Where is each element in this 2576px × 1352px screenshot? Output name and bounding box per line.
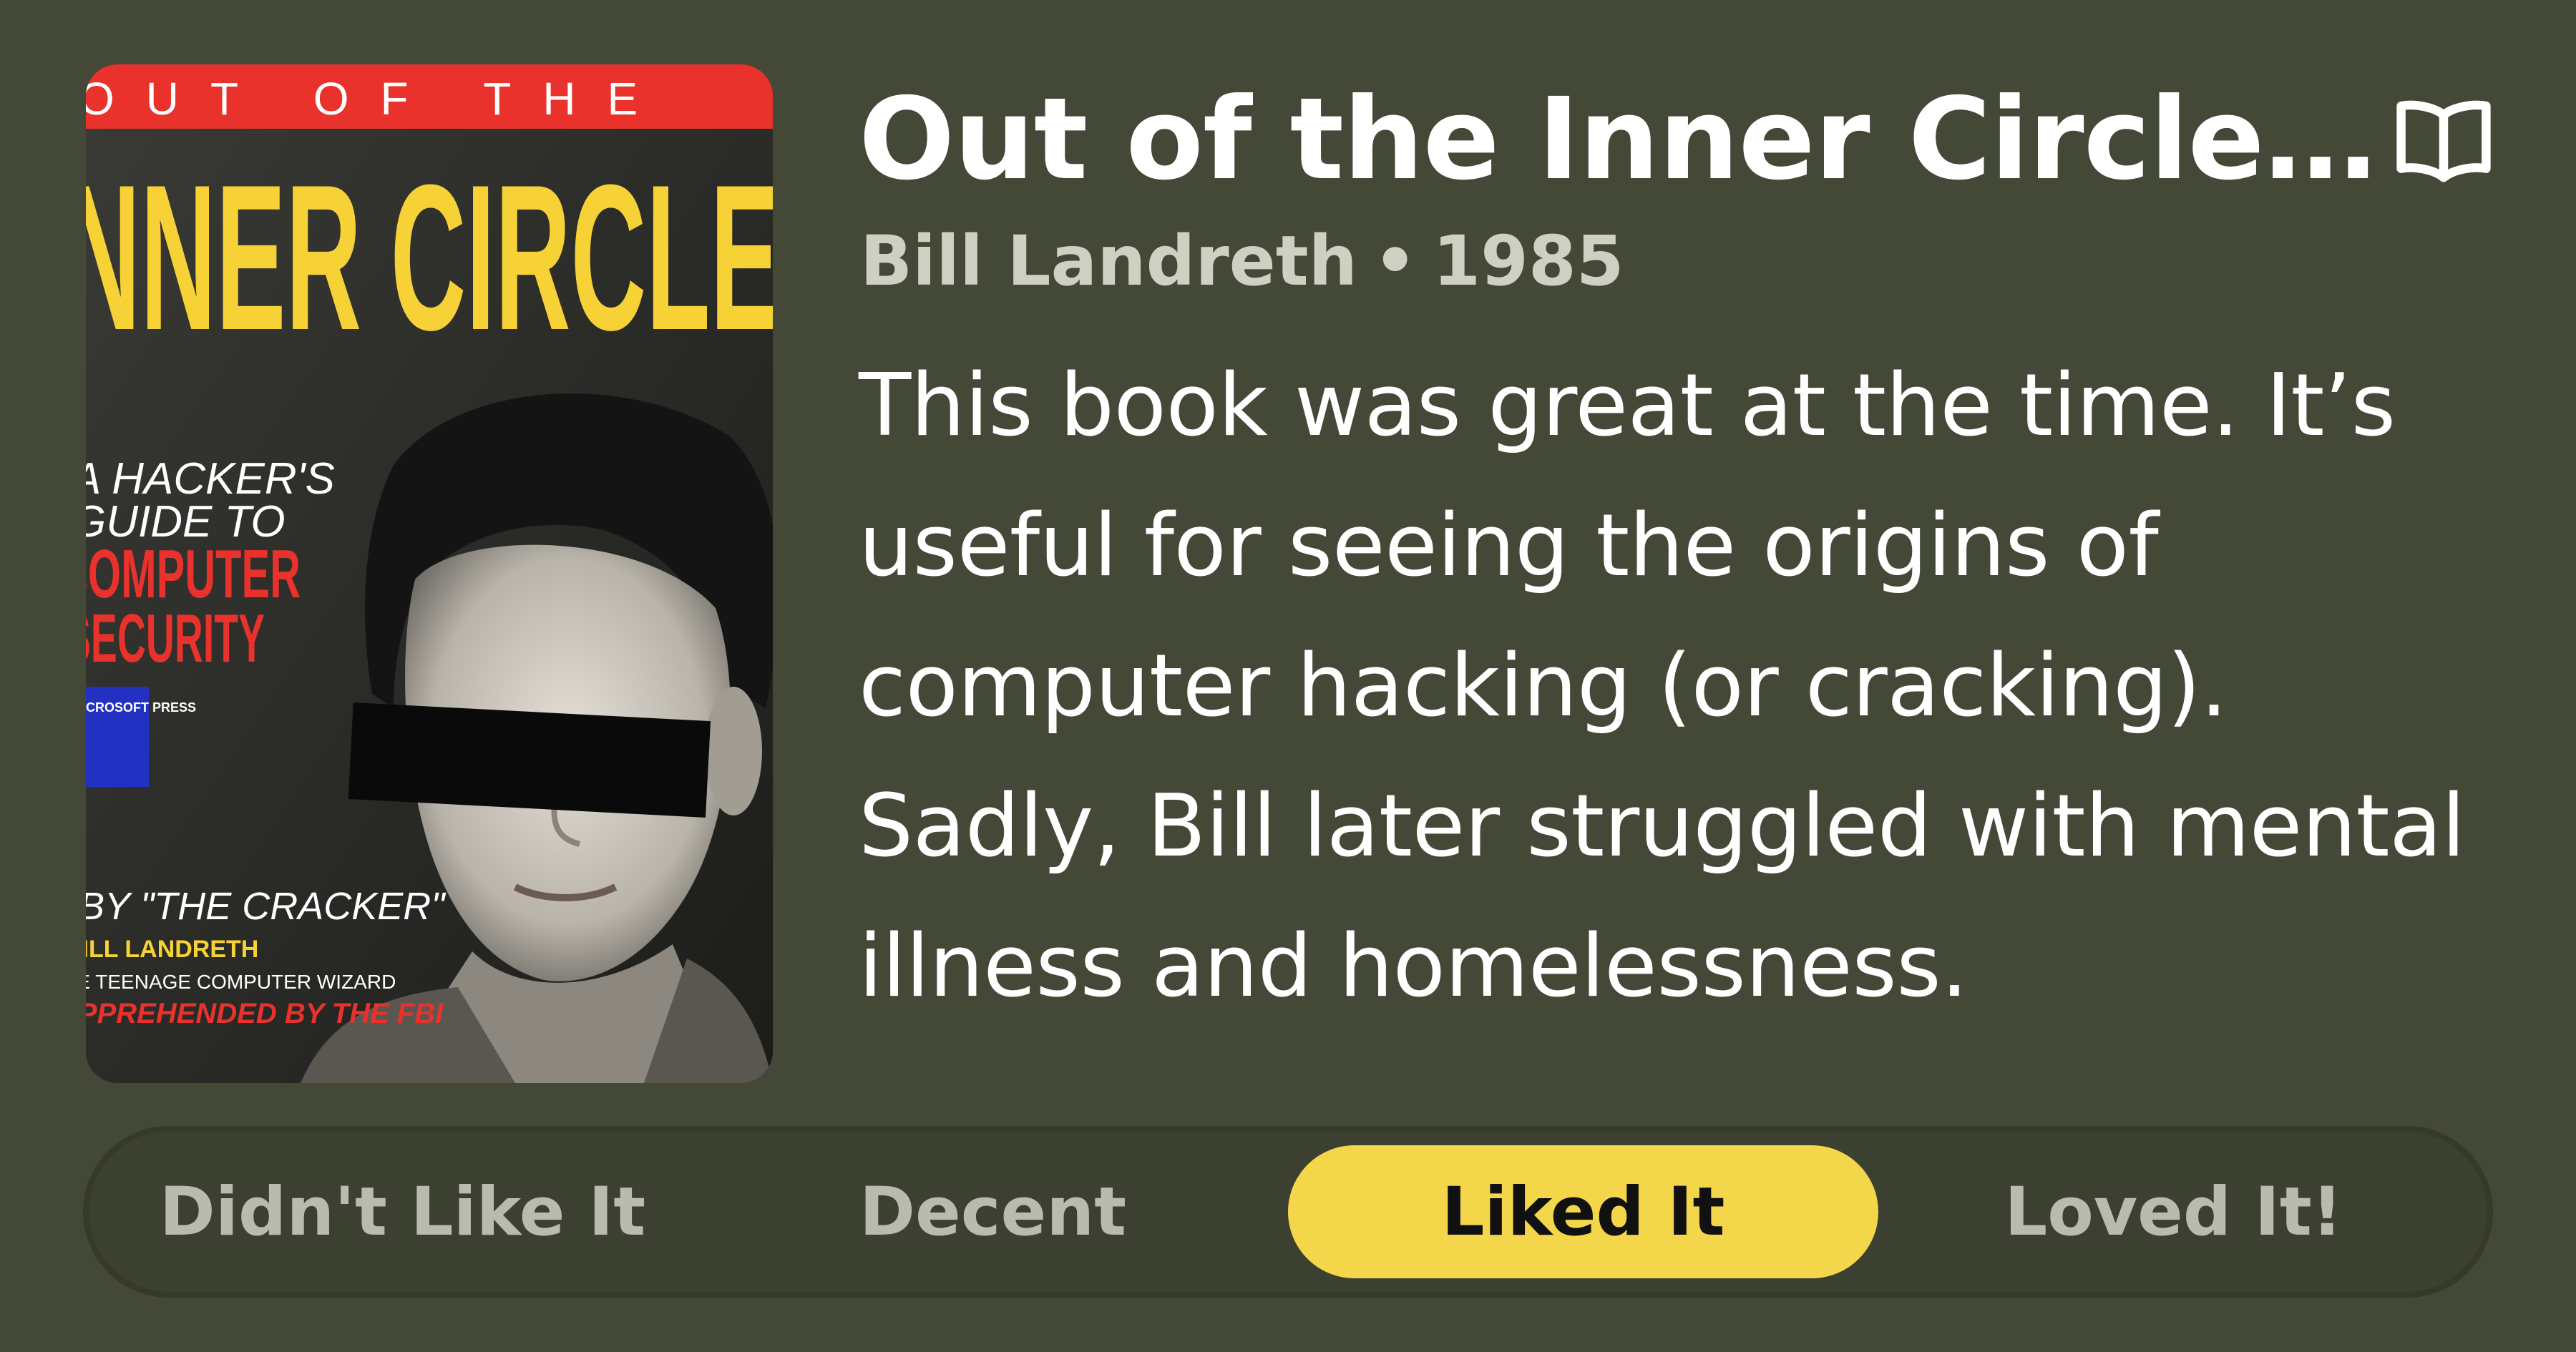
rating-option-liked-it[interactable]: Liked It <box>1288 1145 1878 1278</box>
rating-option-didnt-like-it[interactable]: Didn't Like It <box>107 1145 698 1278</box>
title-row: Out of the Inner Circle: A Hacker's Guid… <box>859 64 2497 215</box>
cover-byline-4: APPREHENDED BY THE FBI <box>86 998 444 1029</box>
book-year: 1985 <box>1433 221 1624 301</box>
cover-headline: INNER CIRCLE <box>86 142 773 373</box>
open-book-icon[interactable] <box>2390 86 2497 193</box>
book-title[interactable]: Out of the Inner Circle: A Hacker's Guid… <box>859 64 2386 215</box>
review-text: This book was great at the time. It’s us… <box>859 356 2465 1017</box>
cover-byline-1: BY "THE CRACKER" <box>86 885 447 928</box>
rating-segmented-control: Didn't Like It Decent Liked It Loved It! <box>83 1126 2493 1298</box>
book-cover-image[interactable]: OUT OF THE INNER CIRCLE A HACKER'S GUIDE… <box>86 64 773 1083</box>
cover-tagline-1: A HACKER'S <box>86 454 335 504</box>
cover-eye-bar <box>348 702 711 818</box>
rating-option-decent[interactable]: Decent <box>698 1145 1288 1278</box>
cover-byline-3: THE TEENAGE COMPUTER WIZARD <box>86 971 396 993</box>
rating-option-loved-it[interactable]: Loved It! <box>1878 1145 2469 1278</box>
cover-tagline-4: SECURITY <box>86 600 265 677</box>
book-meta: Bill Landreth • 1985 <box>860 215 1624 308</box>
book-author[interactable]: Bill Landreth <box>860 221 1357 301</box>
cover-publisher: MICROSOFT PRESS <box>86 700 196 715</box>
cover-top-banner-text: OUT OF THE <box>86 73 669 124</box>
book-review-card: OUT OF THE INNER CIRCLE A HACKER'S GUIDE… <box>0 0 2576 1352</box>
cover-byline-2: BILL LANDRETH <box>86 936 258 963</box>
book-cover-art: OUT OF THE INNER CIRCLE A HACKER'S GUIDE… <box>86 64 773 1083</box>
meta-separator: • <box>1373 221 1418 301</box>
